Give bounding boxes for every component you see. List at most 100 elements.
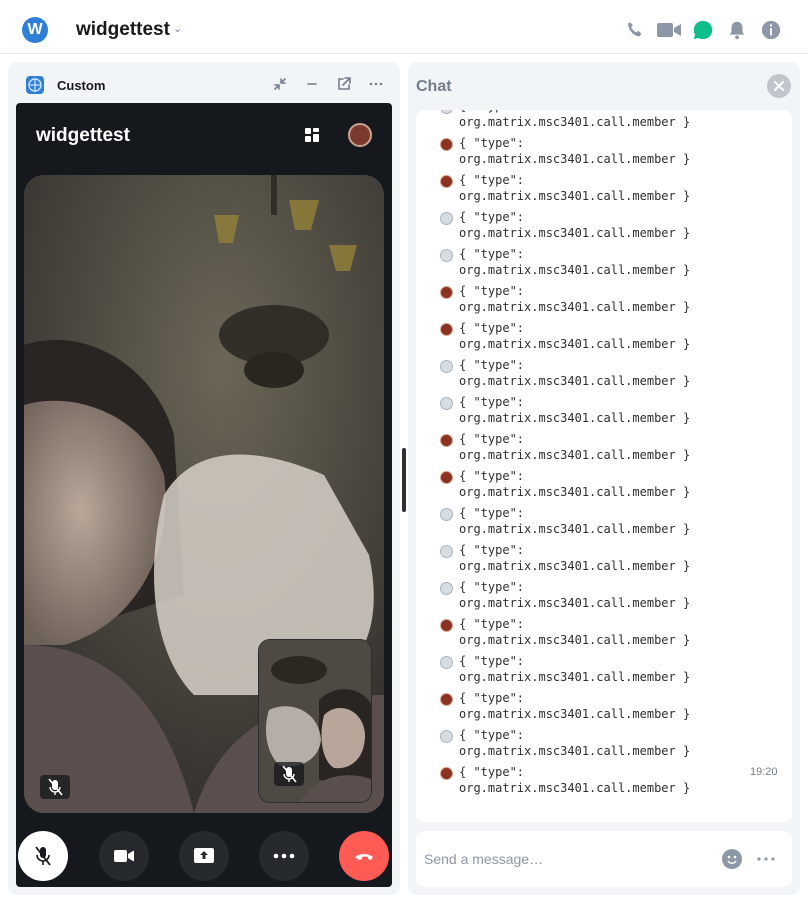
resize-handle[interactable] <box>402 448 406 512</box>
sender-avatar[interactable] <box>440 360 453 373</box>
message-item[interactable]: { "type":org.matrix.msc3401.call.member … <box>440 431 740 468</box>
sender-avatar[interactable] <box>440 110 453 114</box>
widget-panel: Custom widgettest <box>8 62 400 895</box>
message-body-line: { "type": <box>459 321 525 335</box>
chat-panel: Chat 19:20 { "type": org.matrix.msc3401.c… <box>408 62 800 895</box>
message-body-line: org.matrix.msc3401.call.member } <box>459 337 691 351</box>
toggle-video-button[interactable] <box>99 831 149 881</box>
room-avatar[interactable]: W <box>22 17 48 43</box>
message-item[interactable]: { "type":org.matrix.msc3401.call.member … <box>440 394 740 431</box>
message-timeline[interactable]: 19:20 { "type": org.matrix.msc3401.call.m… <box>416 110 792 822</box>
sender-avatar[interactable] <box>440 434 453 447</box>
message-item[interactable]: { "type":org.matrix.msc3401.call.member … <box>440 579 740 616</box>
sender-avatar[interactable] <box>440 508 453 521</box>
user-avatar[interactable] <box>348 123 372 147</box>
info-icon[interactable] <box>760 19 782 41</box>
video-icon <box>114 850 134 862</box>
message-body-line: { "type": <box>459 173 525 187</box>
message-body-line: { "type": <box>459 469 525 483</box>
sender-avatar[interactable] <box>440 656 453 669</box>
sender-avatar[interactable] <box>440 582 453 595</box>
message-body-line: org.matrix.msc3401.call.member } <box>459 781 691 795</box>
message-item[interactable]: { "type": org.matrix.msc3401.call.member … <box>440 764 740 801</box>
bell-icon[interactable] <box>726 19 748 41</box>
message-body-line: org.matrix.msc3401.call.member } <box>459 744 691 758</box>
message-item[interactable]: { "type":org.matrix.msc3401.call.member … <box>440 135 740 172</box>
sender-avatar[interactable] <box>440 212 453 225</box>
message-item[interactable]: { "type": org.matrix.msc3401.call.member … <box>440 209 740 246</box>
message-body-line: { "type": <box>459 284 525 298</box>
popout-icon[interactable] <box>336 76 352 92</box>
room-name[interactable]: widgettest <box>76 19 170 41</box>
threads-icon[interactable] <box>692 19 714 41</box>
sender-avatar[interactable] <box>440 175 453 188</box>
local-video-feed[interactable] <box>258 639 372 803</box>
message-body-line: org.matrix.msc3401.call.member } <box>459 596 691 610</box>
collapse-icon[interactable] <box>272 76 288 92</box>
more-icon <box>273 853 295 859</box>
more-options-button[interactable] <box>259 831 309 881</box>
message-body-line: org.matrix.msc3401.call.member } <box>459 633 691 647</box>
local-mute-indicator <box>274 762 304 786</box>
chevron-down-icon[interactable]: ⌄ <box>173 22 182 35</box>
message-item[interactable]: { "type":org.matrix.msc3401.call.member … <box>440 616 740 653</box>
message-body-line: org.matrix.msc3401.call.member } <box>459 522 691 536</box>
message-body-line: org.matrix.msc3401.call.member } <box>459 226 691 240</box>
message-body-line: org.matrix.msc3401.call.member } <box>459 559 691 573</box>
sender-avatar[interactable] <box>440 730 453 743</box>
message-item[interactable]: { "type": org.matrix.msc3401.call.member … <box>440 320 740 357</box>
sender-avatar[interactable] <box>440 397 453 410</box>
widget-icon <box>26 76 44 94</box>
message-item[interactable]: { "type":org.matrix.msc3401.call.member … <box>440 690 740 727</box>
minimize-icon[interactable] <box>304 76 320 92</box>
sender-avatar[interactable] <box>440 619 453 632</box>
call-room-title: widgettest <box>36 125 130 146</box>
room-header: W widgettest ⌄ <box>0 0 808 54</box>
sender-avatar[interactable] <box>440 545 453 558</box>
message-composer <box>416 831 792 887</box>
sender-avatar[interactable] <box>440 693 453 706</box>
message-input[interactable] <box>424 847 704 871</box>
sender-avatar[interactable] <box>440 138 453 151</box>
message-item[interactable]: { "type":org.matrix.msc3401.call.member … <box>440 110 740 135</box>
message-body-line: { "type": <box>459 210 525 224</box>
message-item[interactable]: { "type": org.matrix.msc3401.call.member … <box>440 468 740 505</box>
message-body-line: { "type": <box>459 765 525 779</box>
more-options-icon[interactable] <box>756 853 776 865</box>
message-body-line: { "type": <box>459 654 525 668</box>
message-item[interactable]: { "type":org.matrix.msc3401.call.member … <box>440 246 740 283</box>
sender-avatar[interactable] <box>440 471 453 484</box>
message-body-line: org.matrix.msc3401.call.member } <box>459 115 691 129</box>
message-item[interactable]: { "type":org.matrix.msc3401.call.member … <box>440 172 740 209</box>
message-item[interactable]: { "type":org.matrix.msc3401.call.member … <box>440 505 740 542</box>
screen-share-button[interactable] <box>179 831 229 881</box>
sender-avatar[interactable] <box>440 323 453 336</box>
chat-title: Chat <box>416 78 452 95</box>
message-body-line: org.matrix.msc3401.call.member } <box>459 485 691 499</box>
message-body-line: org.matrix.msc3401.call.member } <box>459 300 691 314</box>
close-icon <box>774 81 784 91</box>
microphone-muted-icon <box>48 778 63 796</box>
message-item[interactable]: { "type":org.matrix.msc3401.call.member … <box>440 727 740 764</box>
overflow-icon[interactable] <box>368 76 384 92</box>
layout-grid-icon[interactable] <box>304 127 320 143</box>
message-item[interactable]: { "type":org.matrix.msc3401.call.member … <box>440 357 740 394</box>
message-body-line: org.matrix.msc3401.call.member } <box>459 374 691 388</box>
close-chat-button[interactable] <box>767 74 791 98</box>
message-item[interactable]: { "type":org.matrix.msc3401.call.member … <box>440 542 740 579</box>
message-body-line: org.matrix.msc3401.call.member } <box>459 670 691 684</box>
message-body-line: { "type": <box>459 432 525 446</box>
video-icon[interactable] <box>656 19 682 41</box>
sender-avatar[interactable] <box>440 286 453 299</box>
message-item[interactable]: { "type": org.matrix.msc3401.call.member … <box>440 283 740 320</box>
sender-avatar[interactable] <box>440 767 453 780</box>
phone-icon[interactable] <box>624 19 646 41</box>
message-body-line: { "type": <box>459 691 525 705</box>
sender-avatar[interactable] <box>440 249 453 262</box>
mute-microphone-button[interactable] <box>18 831 68 881</box>
emoji-button[interactable] <box>722 849 742 869</box>
message-item[interactable]: { "type": org.matrix.msc3401.call.member … <box>440 653 740 690</box>
message-body-line: { "type": <box>459 136 525 150</box>
hangup-button[interactable] <box>339 831 389 881</box>
message-timestamp: 19:20 <box>750 766 778 778</box>
